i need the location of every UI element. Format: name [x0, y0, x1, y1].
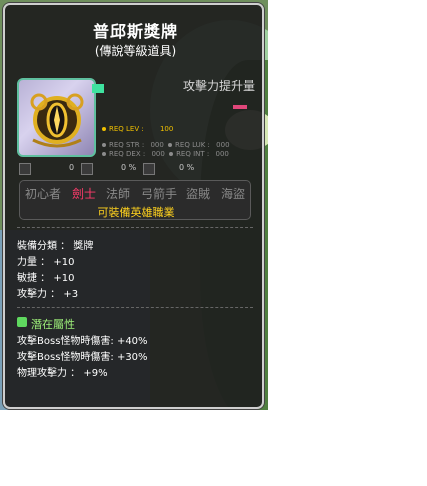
medal-icon [30, 93, 84, 148]
mini-stat-row: 0 0 % 0 % [19, 163, 259, 177]
bullet-icon [102, 143, 106, 147]
attack-increase-label: 攻擊力提升量 [183, 79, 256, 93]
equip-category: 裝備分類 ： 獎牌 [17, 241, 94, 252]
item-tooltip: 普邱斯獎牌 (傳說等級道具) 攻擊力提升量 REQ LEV : 100 REQ … [3, 3, 264, 409]
stat-dex: 敏捷 ： +10 [17, 273, 75, 284]
shield-icon [143, 163, 155, 175]
job-beginner: 初心者 [25, 187, 62, 201]
job-magician: 法師 [106, 187, 131, 201]
job-bowman: 弓箭手 [141, 187, 178, 201]
mini-stat-value: 0 % [121, 163, 137, 172]
crown-icon [81, 163, 93, 175]
item-icon-frame [17, 78, 104, 157]
job-pirate: 海盜 [221, 187, 246, 201]
sword-icon [19, 163, 31, 175]
item-grade: (傳說等級道具) [94, 44, 177, 58]
attack-increase-indicator [233, 105, 247, 109]
divider [17, 307, 253, 309]
bullet-icon [168, 143, 173, 147]
hero-job-note: 可裝備英雄職業 [97, 206, 175, 219]
mini-stat-value: 0 [69, 163, 75, 172]
stat-str: 力量 ： +10 [17, 257, 75, 268]
potential-line: 攻擊Boss怪物時傷害: +30% [17, 352, 148, 363]
potential-line: 攻擊Boss怪物時傷害: +40% [17, 336, 148, 347]
job-warrior: 劍士 [72, 187, 97, 201]
potential-icon [17, 317, 27, 327]
job-panel: 初心者 劍士 法師 弓箭手 盜賊 海盜 可裝備英雄職業 [19, 180, 251, 220]
bullet-icon [102, 152, 106, 156]
req-level: REQ LEV : 100 [102, 125, 173, 133]
req-str-luk: REQ STR : 000 REQ LUK : 000 [102, 141, 230, 149]
req-dex-int: REQ DEX : 000 REQ INT : 000 [102, 150, 229, 158]
job-thief: 盜賊 [186, 187, 211, 201]
bullet-icon [169, 152, 174, 156]
potential-line: 物理攻擊力 ： +9% [17, 368, 108, 379]
mini-stat-value: 0 % [179, 163, 195, 172]
stat-atk: 攻擊力 ： +3 [17, 289, 79, 300]
bullet-icon [102, 127, 106, 131]
divider [17, 227, 253, 229]
potential-label: 潛在屬性 [31, 318, 75, 331]
item-name: 普邱斯獎牌 [92, 22, 178, 41]
